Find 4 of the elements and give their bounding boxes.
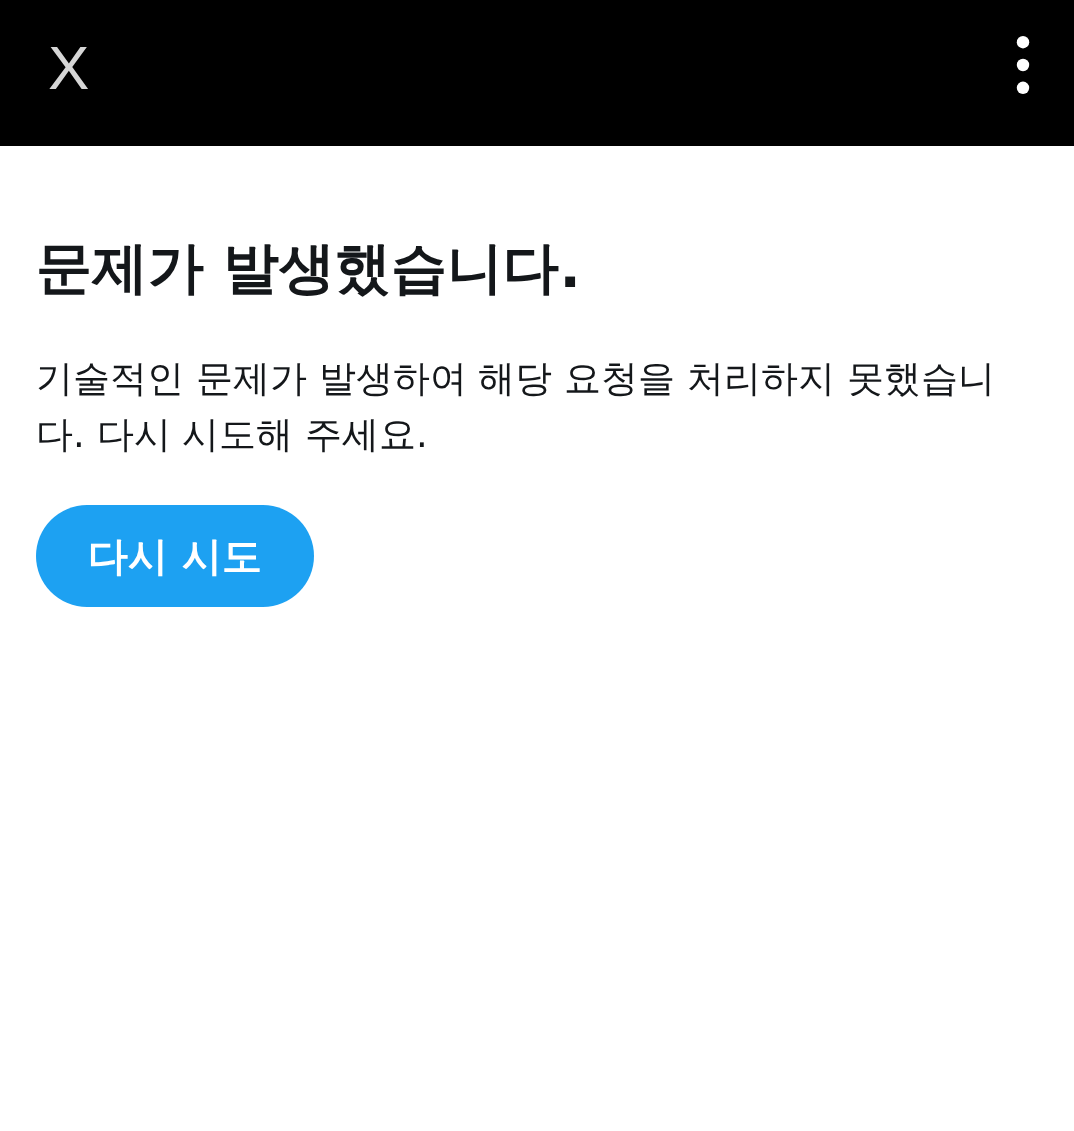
more-options-icon[interactable] <box>1016 36 1030 94</box>
error-message: 기술적인 문제가 발생하여 해당 요청을 처리하지 못했습니다. 다시 시도해 주세요. <box>36 356 996 459</box>
error-title: 문제가 발생했습니다. <box>36 234 581 302</box>
close-button[interactable]: X <box>46 37 92 99</box>
